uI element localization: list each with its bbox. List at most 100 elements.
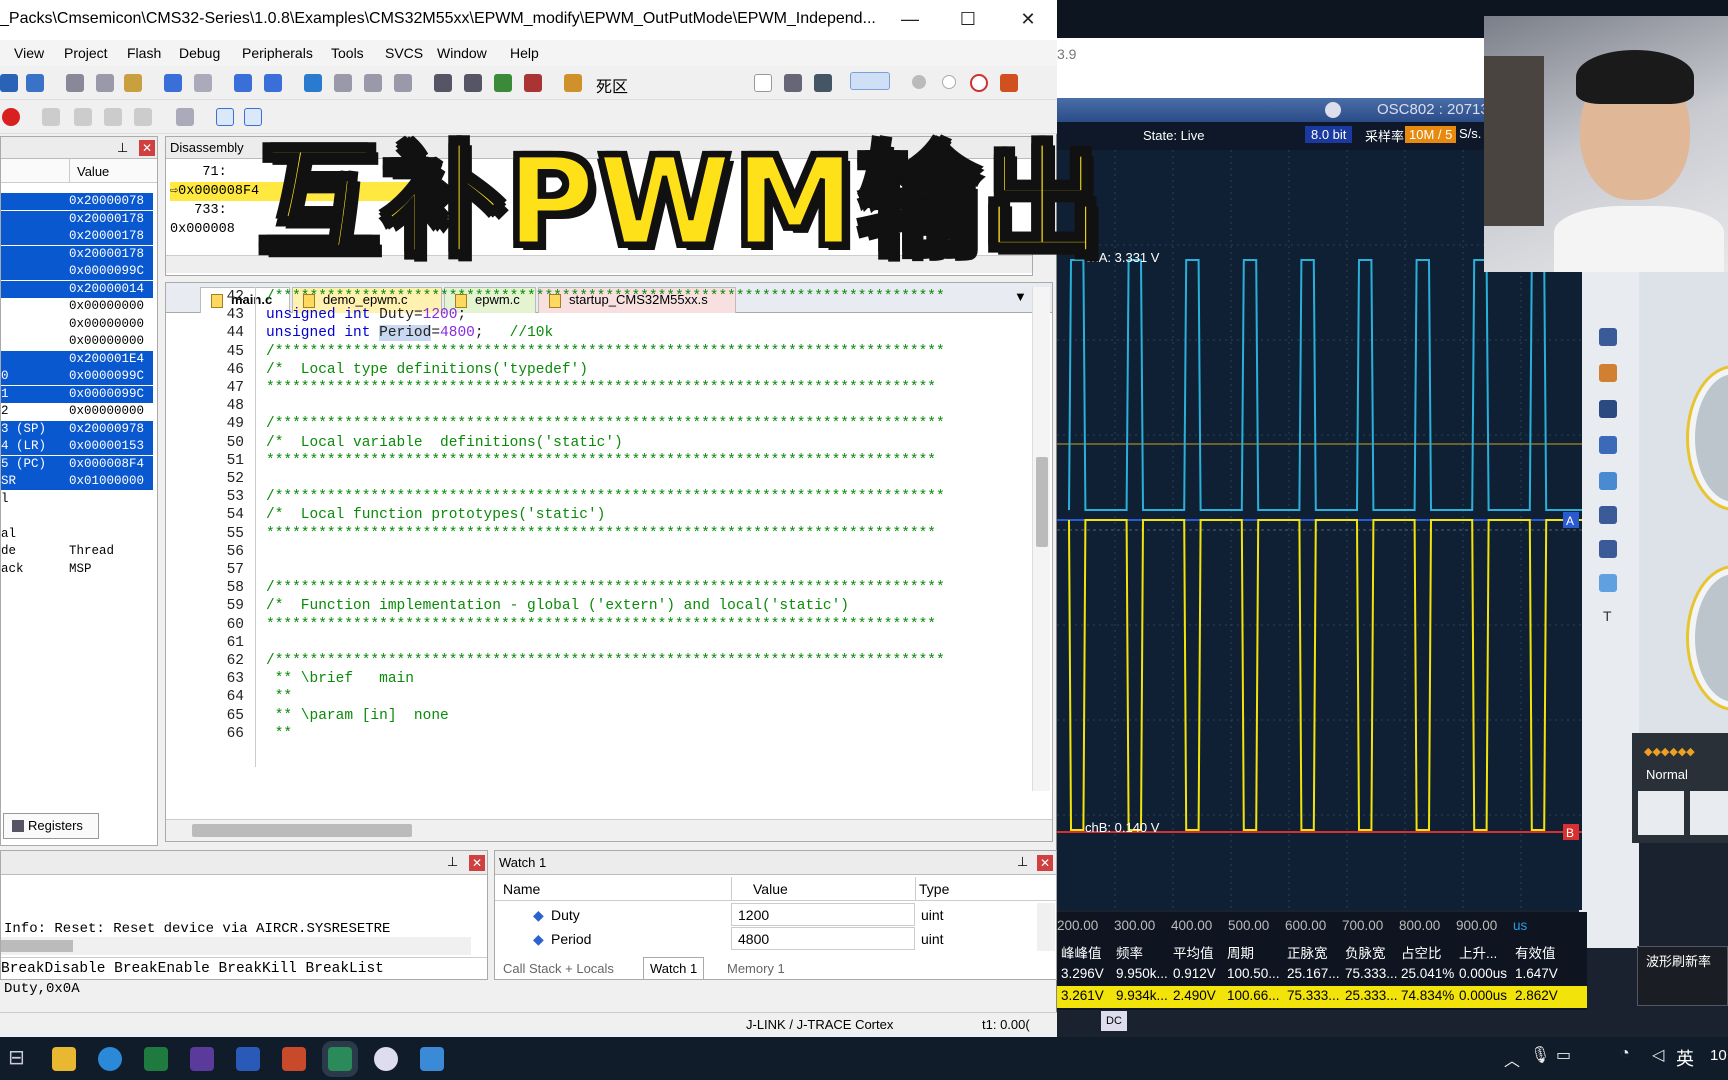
indent-icon[interactable] <box>434 74 452 92</box>
bookmark-icon[interactable] <box>304 74 322 92</box>
minimize-button[interactable]: — <box>882 0 938 40</box>
code-line[interactable]: 57 <box>166 560 1026 580</box>
register-row[interactable]: 0x20000178 <box>1 210 153 228</box>
watch-row-value[interactable]: 1200 <box>731 903 915 926</box>
visio-icon[interactable] <box>190 1047 214 1071</box>
code-line[interactable]: 49 /*************************************… <box>166 414 1026 434</box>
excel-icon[interactable] <box>144 1047 168 1071</box>
register-row[interactable]: 2 0x00000000 <box>1 403 153 420</box>
editor-vscrollbar[interactable] <box>1032 287 1050 791</box>
code-line[interactable]: 52 <box>166 469 1026 489</box>
deadzone-search-text[interactable]: 死区 <box>596 73 628 97</box>
register-row[interactable]: de Thread <box>1 543 153 560</box>
code-line[interactable]: 47 **************************************… <box>166 378 1026 398</box>
breakpoint-icon[interactable] <box>912 75 926 89</box>
measure-tool-icon[interactable] <box>1599 574 1617 592</box>
register-row[interactable]: 0x00000000 <box>1 316 153 333</box>
save-all-icon[interactable] <box>26 74 44 92</box>
code-line[interactable]: 58 /*************************************… <box>166 578 1026 598</box>
scope-rate[interactable]: 10M / 5 <box>1405 126 1457 143</box>
unindent-icon[interactable] <box>464 74 482 92</box>
uncomment-icon[interactable] <box>524 74 542 92</box>
run-to-cursor-icon[interactable] <box>134 108 152 126</box>
tray-overflow-icon[interactable]: ︿ <box>1504 1047 1520 1071</box>
close-button[interactable]: ✕ <box>1000 0 1056 40</box>
keil-uvision-icon[interactable] <box>328 1047 352 1071</box>
register-row[interactable]: ack MSP <box>1 561 153 578</box>
config-icon[interactable] <box>784 74 802 92</box>
powerpoint-icon[interactable] <box>282 1047 306 1071</box>
tab-memory-1[interactable]: Memory 1 <box>727 961 785 976</box>
code-line[interactable]: 61 <box>166 633 1026 653</box>
code-line[interactable]: 64 ** <box>166 687 1026 707</box>
ch-b-volt-knob[interactable] <box>1689 568 1728 708</box>
comment-icon[interactable] <box>494 74 512 92</box>
text-tool-icon[interactable]: T <box>1603 608 1612 624</box>
bookmark-clear-icon[interactable] <box>394 74 412 92</box>
register-row[interactable]: l <box>1 491 153 508</box>
ime-indicator[interactable]: 英 <box>1676 1045 1694 1071</box>
panel-close-icon[interactable]: ✕ <box>1037 855 1053 871</box>
cut-icon[interactable] <box>66 74 84 92</box>
command-input[interactable]: BreakDisable BreakEnable BreakKill Break… <box>1 957 487 979</box>
copy-icon[interactable] <box>96 74 114 92</box>
code-line[interactable]: 43 unsigned int Duty=1200; <box>166 305 1026 325</box>
word-icon[interactable] <box>236 1047 260 1071</box>
extensions-icon[interactable] <box>1000 74 1018 92</box>
code-line[interactable]: 46 /* Local type definitions('typedef') <box>166 360 1026 380</box>
register-row[interactable]: SR 0x01000000 <box>1 473 153 490</box>
save-icon[interactable] <box>0 74 18 92</box>
register-row[interactable]: 1 0x0000099C <box>1 385 153 403</box>
code-line[interactable]: 44 unsigned int Period=4800; //10k <box>166 323 1026 343</box>
maximize-button[interactable]: ☐ <box>940 0 996 40</box>
command-window-icon[interactable] <box>216 108 234 126</box>
waveform-tool-icon[interactable] <box>1599 506 1617 524</box>
edge-browser-icon[interactable] <box>98 1047 122 1071</box>
watch-vscrollbar[interactable] <box>1037 903 1055 951</box>
register-row[interactable]: 3 (SP) 0x20000978 <box>1 420 153 438</box>
find-in-files-icon[interactable] <box>564 74 582 92</box>
volume-icon[interactable]: ◁ <box>1652 1045 1664 1065</box>
code-line[interactable]: 66 ** <box>166 724 1026 744</box>
menu-tools[interactable]: Tools <box>331 45 364 61</box>
file-explorer-icon[interactable] <box>52 1047 76 1071</box>
code-line[interactable]: 51 **************************************… <box>166 451 1026 471</box>
math-tool-icon[interactable] <box>1599 400 1617 418</box>
code-line[interactable]: 60 **************************************… <box>166 615 1026 635</box>
step-out-icon[interactable] <box>104 108 122 126</box>
menu-flash[interactable]: Flash <box>127 45 161 61</box>
code-line[interactable]: 62 /*************************************… <box>166 651 1026 671</box>
register-row[interactable]: 0x20000078 <box>1 193 153 210</box>
cursor-tool-icon[interactable] <box>1599 328 1617 346</box>
image-tool-icon[interactable] <box>1599 472 1617 490</box>
code-line[interactable]: 63 ** \brief main <box>166 669 1026 689</box>
pin-icon[interactable]: ⊥ <box>1017 854 1028 870</box>
trigger-mode[interactable]: Normal <box>1646 767 1688 782</box>
register-row[interactable]: 0x20000178 <box>1 228 153 245</box>
breakpoint-kill-icon[interactable] <box>970 74 988 92</box>
panel-close-icon[interactable]: ✕ <box>469 855 485 871</box>
hscroll-thumb[interactable] <box>192 824 412 837</box>
debug-start-icon[interactable] <box>850 72 890 90</box>
register-row[interactable]: 0x0000099C <box>1 263 153 280</box>
register-row[interactable]: 0x00000000 <box>1 298 153 315</box>
register-row[interactable]: 4 (LR) 0x00000153 <box>1 438 153 455</box>
register-row[interactable]: 0x200001E4 <box>1 350 153 368</box>
code-line[interactable]: 59 /* Function implementation - global ('… <box>166 596 1026 616</box>
redo-icon[interactable] <box>194 74 212 92</box>
register-row[interactable]: 0x20000014 <box>1 280 153 298</box>
register-row[interactable]: 5 (PC) 0x000008F4 <box>1 455 153 473</box>
bookmark-prev-icon[interactable] <box>334 74 352 92</box>
hscroll-thumb[interactable] <box>1 940 73 952</box>
code-line[interactable]: 56 <box>166 542 1026 562</box>
pin-icon[interactable]: ⊥ <box>447 854 458 870</box>
tab-call-stack[interactable]: Call Stack + Locals <box>503 961 614 976</box>
step-icon[interactable] <box>42 108 60 126</box>
tab-watch-1[interactable]: Watch 1 <box>643 957 705 980</box>
menu-window[interactable]: Window <box>437 45 487 61</box>
register-row[interactable]: al <box>1 526 153 543</box>
histogram-tool-icon[interactable] <box>1599 364 1617 382</box>
register-row[interactable]: 0x00000000 <box>1 333 153 350</box>
code-area[interactable]: 42 /*************************************… <box>166 287 1026 787</box>
step-over-icon[interactable] <box>74 108 92 126</box>
